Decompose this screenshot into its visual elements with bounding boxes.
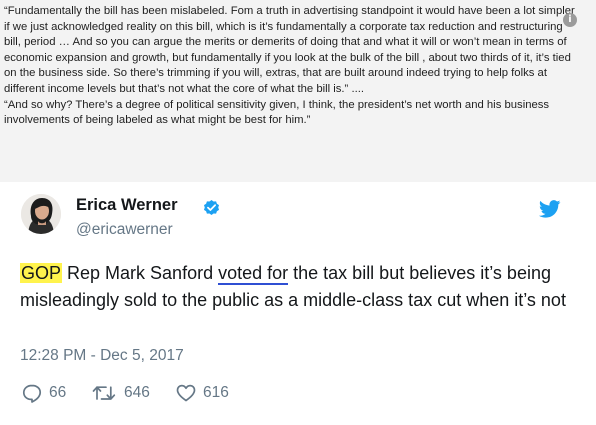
twitter-bird-icon[interactable] [539, 200, 561, 218]
author-handle[interactable]: @ericawerner [76, 221, 173, 239]
tweet-timestamp[interactable]: 12:28 PM - Dec 5, 2017 [20, 347, 184, 365]
info-icon[interactable]: i [563, 13, 577, 27]
tweet-text: GOP Rep Mark Sanford voted for the tax b… [20, 260, 580, 314]
like-button[interactable]: 616 [176, 382, 246, 404]
quote-paragraph-2: “And so why? There’s a degree of politic… [4, 98, 550, 127]
quoted-statement-block: “Fundamentally the bill has been mislabe… [0, 0, 596, 182]
tweet-text-segment: Rep Mark Sanford [62, 263, 219, 283]
reply-icon [22, 384, 42, 403]
underlined-text: voted for [218, 263, 289, 285]
verified-badge-icon [203, 199, 220, 216]
retweet-count: 646 [124, 384, 150, 401]
retweet-icon [92, 386, 116, 400]
author-name[interactable]: Erica Werner [76, 196, 178, 215]
quote-text: “Fundamentally the bill has been mislabe… [4, 4, 579, 129]
reply-count: 66 [49, 384, 67, 401]
avatar[interactable] [21, 194, 61, 234]
quote-paragraph-1: “Fundamentally the bill has been mislabe… [4, 5, 575, 95]
heart-icon [176, 384, 196, 402]
retweet-button[interactable]: 646 [92, 382, 162, 404]
like-count: 616 [203, 384, 229, 401]
embedded-tweet: Erica Werner @ericawerner GOP Rep Mark S… [0, 182, 596, 425]
highlighted-text: GOP [20, 263, 63, 283]
reply-button[interactable]: 66 [22, 382, 82, 404]
avatar-image [21, 194, 61, 234]
